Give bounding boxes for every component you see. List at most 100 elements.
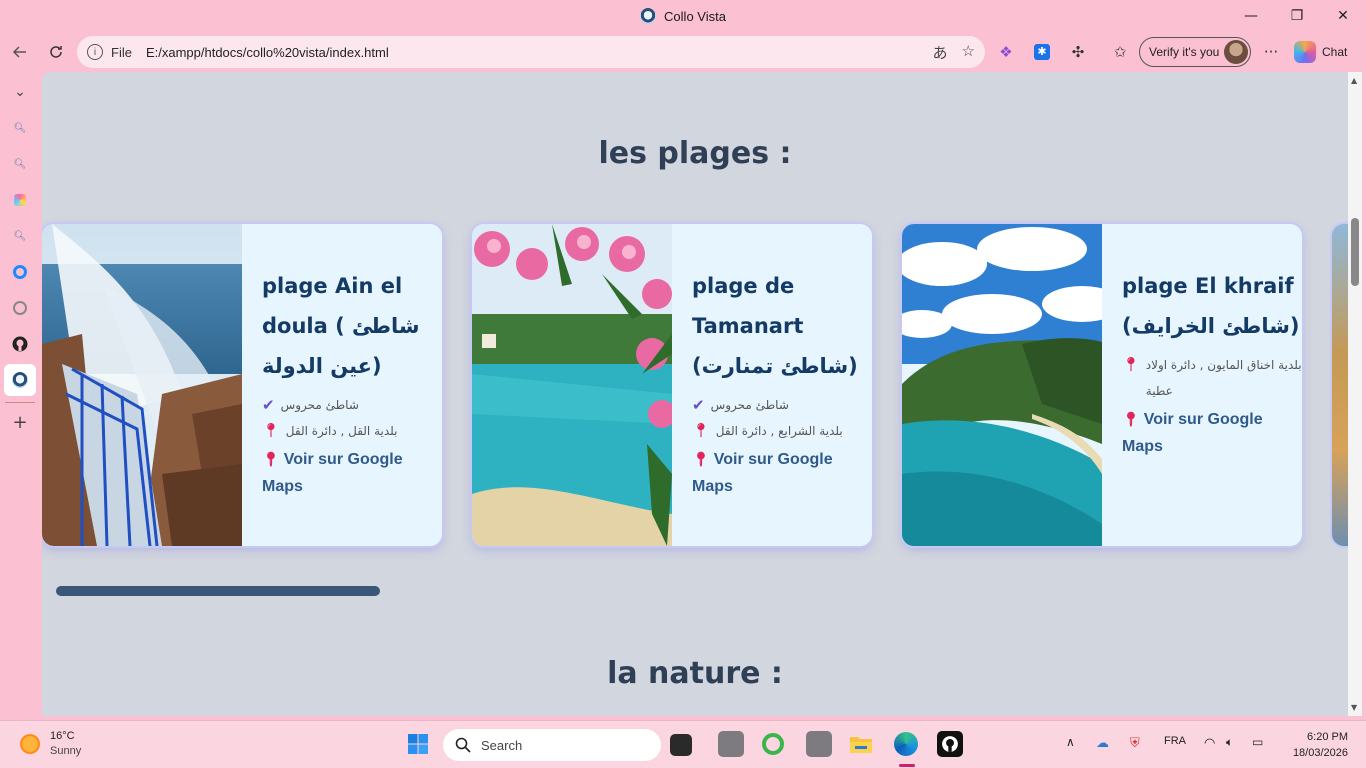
beach-card: plage Ain el doula ( شاطئ عين الدولة) ✔ … xyxy=(42,224,442,546)
chevron-down-icon[interactable]: ⌄ xyxy=(8,80,32,104)
search-icon[interactable]: 🔍︎ xyxy=(8,224,32,248)
favorite-star-icon[interactable]: ☆ xyxy=(962,42,975,63)
pin-icon: 📍︎ xyxy=(1122,411,1140,427)
file-explorer-icon[interactable] xyxy=(848,731,874,757)
scroll-up-arrow-icon[interactable]: ▲ xyxy=(1351,76,1357,85)
chrome-ring-icon[interactable] xyxy=(760,731,786,757)
beach-guard-text: شاطئ محروس xyxy=(710,398,789,412)
translate-icon[interactable]: あ xyxy=(933,42,948,63)
beach-name: plage Ain el doula ( شاطئ عين الدولة) xyxy=(262,274,420,378)
security-shield-icon[interactable]: ⛨ xyxy=(1130,735,1140,751)
github-desktop-icon[interactable] xyxy=(937,731,963,757)
address-bar-actions: あ ☆ xyxy=(933,42,975,63)
beach-name: plage El khraif (شاطئ الخرايف) xyxy=(1122,274,1300,338)
browser-toolbar: i File E:/xampp/htdocs/collo%20vista/ind… xyxy=(0,32,1366,72)
brain-extension-icon[interactable]: ❖ xyxy=(996,36,1016,68)
profile-avatar xyxy=(1224,40,1248,64)
beach-card-partial xyxy=(1332,224,1348,546)
more-menu-icon[interactable]: ··· xyxy=(1260,36,1282,68)
favorites-icon[interactable]: ✩ xyxy=(1110,36,1130,68)
section-title-beaches: les plages : xyxy=(598,136,792,171)
show-hidden-icons-chevron-icon[interactable]: ∧ xyxy=(1066,735,1075,749)
pin-icon: 📍︎ xyxy=(1122,357,1140,373)
reload-button[interactable] xyxy=(40,36,72,68)
chatgpt-icon[interactable] xyxy=(8,296,32,320)
beach-guard-row: ✔ شاطئ محروس xyxy=(692,392,872,418)
search-icon[interactable]: 🔍︎ xyxy=(8,152,32,176)
weather-temp: 16°C xyxy=(50,730,75,742)
search-icon[interactable]: 🔍︎ xyxy=(8,116,32,140)
minimize-button[interactable]: — xyxy=(1228,0,1274,32)
scroll-down-arrow-icon[interactable]: ▼ xyxy=(1351,703,1357,712)
site-info-icon[interactable]: i xyxy=(87,44,103,60)
circle-app-icon[interactable] xyxy=(8,260,32,284)
clock-date: 18/03/2026 xyxy=(1292,747,1348,759)
add-icon[interactable]: + xyxy=(8,410,32,434)
pin-icon: 📍︎ xyxy=(692,423,710,439)
task-view-icon[interactable] xyxy=(670,734,692,756)
google-maps-link[interactable]: 📍︎ Voir sur Google Maps xyxy=(1122,406,1302,460)
copilot-chat-button[interactable]: Chat xyxy=(1294,38,1347,66)
copilot-icon xyxy=(1294,41,1316,63)
beach-photo-ain-el-doula xyxy=(42,224,242,546)
gear-extension-icon[interactable]: ✱ xyxy=(1032,36,1052,68)
scheme-label: File xyxy=(111,44,132,60)
system-clock[interactable]: 6:20 PM 18/03/2026 xyxy=(1286,729,1348,761)
collo-vista-tab-icon[interactable] xyxy=(4,364,36,396)
wifi-icon[interactable]: ◠ xyxy=(1204,735,1215,751)
browser-sidebar: ⌄ 🔍︎ 🔍︎ 🔍︎ + xyxy=(0,72,40,720)
close-button[interactable]: ✕ xyxy=(1320,0,1366,32)
url-text[interactable]: E:/xampp/htdocs/collo%20vista/index.html xyxy=(146,45,933,60)
card-body: plage de Tamanart (شاطئ تمنارت) ✔ شاطئ م… xyxy=(672,224,872,546)
verify-label: Verify it's you xyxy=(1149,45,1220,59)
sidebar-divider xyxy=(5,402,35,403)
site-favicon-icon xyxy=(640,8,657,24)
search-icon xyxy=(455,737,471,753)
restore-button[interactable]: ❐ xyxy=(1274,0,1320,32)
taskbar-search[interactable]: Search xyxy=(443,729,661,761)
colorful-app-icon[interactable] xyxy=(8,188,32,212)
onedrive-cloud-icon[interactable]: ☁ xyxy=(1096,735,1109,751)
title-bar: Collo Vista — ❐ ✕ xyxy=(0,0,1366,32)
window-controls: — ❐ ✕ xyxy=(1228,0,1366,32)
app-icon[interactable] xyxy=(806,731,832,757)
check-icon: ✔ xyxy=(262,396,275,414)
page-viewport: les plages : plage Ain el doula (شاطئ ع… xyxy=(42,72,1348,716)
edge-browser-icon[interactable] xyxy=(893,731,919,757)
weather-widget[interactable]: 16°C Sunny xyxy=(20,729,81,759)
beach-location-row: 📍︎ بلدية اخناق المايون , دائرة اولاد عطي… xyxy=(1122,352,1302,404)
beach-location-text: بلدية القل , دائرة القل xyxy=(285,424,398,438)
pin-icon: 📍︎ xyxy=(692,451,710,467)
carousel-scrollbar-thumb[interactable] xyxy=(56,586,380,596)
clock-time: 6:20 PM xyxy=(1307,731,1348,743)
google-maps-label: Voir sur Google Maps xyxy=(1122,411,1263,455)
pin-icon: 📍︎ xyxy=(262,423,280,439)
google-maps-label: Voir sur Google Maps xyxy=(262,451,403,495)
app-icon[interactable] xyxy=(718,731,744,757)
github-icon[interactable] xyxy=(8,332,32,356)
card-body: plage Ain el doula ( شاطئ عين الدولة) ✔ … xyxy=(242,224,442,546)
beach-location-text: بلدية اخناق المايون , دائرة اولاد عطية xyxy=(1145,358,1302,398)
beach-guard-text: شاطئ محروس xyxy=(280,398,359,412)
search-label: Search xyxy=(481,737,523,753)
google-maps-link[interactable]: 📍︎ Voir sur Google Maps xyxy=(262,446,442,500)
scrollbar-thumb[interactable] xyxy=(1351,218,1359,286)
page-vertical-scrollbar[interactable]: ▲ ▼ xyxy=(1348,72,1362,716)
windows-start-icon[interactable] xyxy=(405,731,431,757)
address-bar[interactable]: i File E:/xampp/htdocs/collo%20vista/ind… xyxy=(77,36,985,68)
volume-icon[interactable]: 🔈︎ xyxy=(1226,735,1233,750)
extensions-puzzle-icon[interactable]: ✣ xyxy=(1068,36,1088,68)
back-arrow-icon xyxy=(12,46,26,58)
verify-profile-button[interactable]: Verify it's you xyxy=(1139,37,1251,67)
battery-icon[interactable]: ▭ xyxy=(1252,735,1263,749)
check-icon: ✔ xyxy=(692,396,705,414)
input-language[interactable]: FRA xyxy=(1164,735,1186,747)
chat-label: Chat xyxy=(1322,45,1348,59)
google-maps-link[interactable]: 📍︎ Voir sur Google Maps xyxy=(692,446,872,500)
beach-location-text: بلدية الشرايع , دائرة القل xyxy=(715,424,843,438)
beach-photo-el-khraif xyxy=(902,224,1102,546)
beach-location-row: 📍︎ بلدية القل , دائرة القل xyxy=(262,418,442,444)
window-title: Collo Vista xyxy=(640,8,726,24)
back-button[interactable] xyxy=(4,36,36,68)
window-title-text: Collo Vista xyxy=(664,8,726,24)
